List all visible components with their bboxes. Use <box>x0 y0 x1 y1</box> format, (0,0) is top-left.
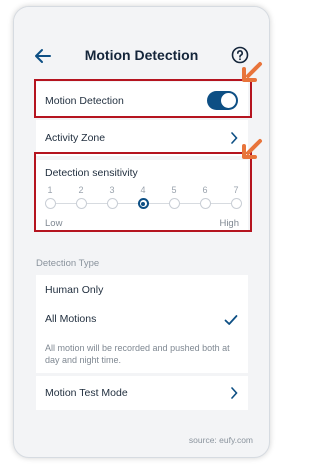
motion-detection-row[interactable]: Motion Detection <box>36 82 248 118</box>
chevron-right-icon <box>231 387 238 399</box>
all-motions-description: All motion will be recorded and pushed b… <box>45 343 230 365</box>
source-caption: source: eufy.com <box>188 435 253 445</box>
sensitivity-card: Detection sensitivity 1 2 3 4 5 6 7 Low … <box>36 160 248 232</box>
sensitivity-dot-2[interactable] <box>75 198 87 209</box>
toggle-knob <box>221 93 236 108</box>
pointer-arrow-icon <box>242 139 262 159</box>
checkmark-icon <box>224 315 238 325</box>
sensitivity-dot-1[interactable] <box>44 198 56 209</box>
option-all-motions-label: All Motions <box>45 313 97 325</box>
header: Motion Detection <box>14 7 269 79</box>
high-label: High <box>219 218 239 229</box>
motion-detection-toggle[interactable] <box>207 91 238 110</box>
sensitivity-dot-7[interactable] <box>230 198 242 209</box>
sensitivity-slider[interactable]: 1 2 3 4 5 6 7 <box>36 160 248 232</box>
sensitivity-dot-6[interactable] <box>199 198 211 209</box>
motion-detection-label: Motion Detection <box>45 95 124 107</box>
detection-type-card: Human Only All Motions All motion will b… <box>36 275 248 373</box>
tick-label-2: 2 <box>78 185 84 195</box>
activity-zone-row[interactable]: Activity Zone <box>36 120 248 156</box>
tick-label-5: 5 <box>171 185 177 195</box>
motion-test-mode-row[interactable]: Motion Test Mode <box>36 376 248 410</box>
motion-test-mode-label: Motion Test Mode <box>45 387 128 399</box>
option-human-only[interactable]: Human Only <box>36 275 248 305</box>
tick-label-3: 3 <box>109 185 115 195</box>
sensitivity-dot-4-selected[interactable] <box>137 198 149 209</box>
activity-zone-label: Activity Zone <box>45 132 106 144</box>
tick-label-6: 6 <box>202 185 208 195</box>
sensitivity-dot-5[interactable] <box>168 198 180 209</box>
option-human-only-label: Human Only <box>45 284 104 296</box>
phone-frame: Motion Detection Motion Detection Activi… <box>13 6 270 458</box>
tick-label-4: 4 <box>140 185 146 195</box>
tick-label-7: 7 <box>233 185 239 195</box>
tick-label-1: 1 <box>47 185 53 195</box>
chevron-right-icon <box>231 132 238 144</box>
low-label: Low <box>45 218 63 229</box>
pointer-arrow-icon <box>242 62 262 82</box>
detection-type-section-title: Detection Type <box>36 258 100 269</box>
sensitivity-dot-3[interactable] <box>106 198 118 209</box>
